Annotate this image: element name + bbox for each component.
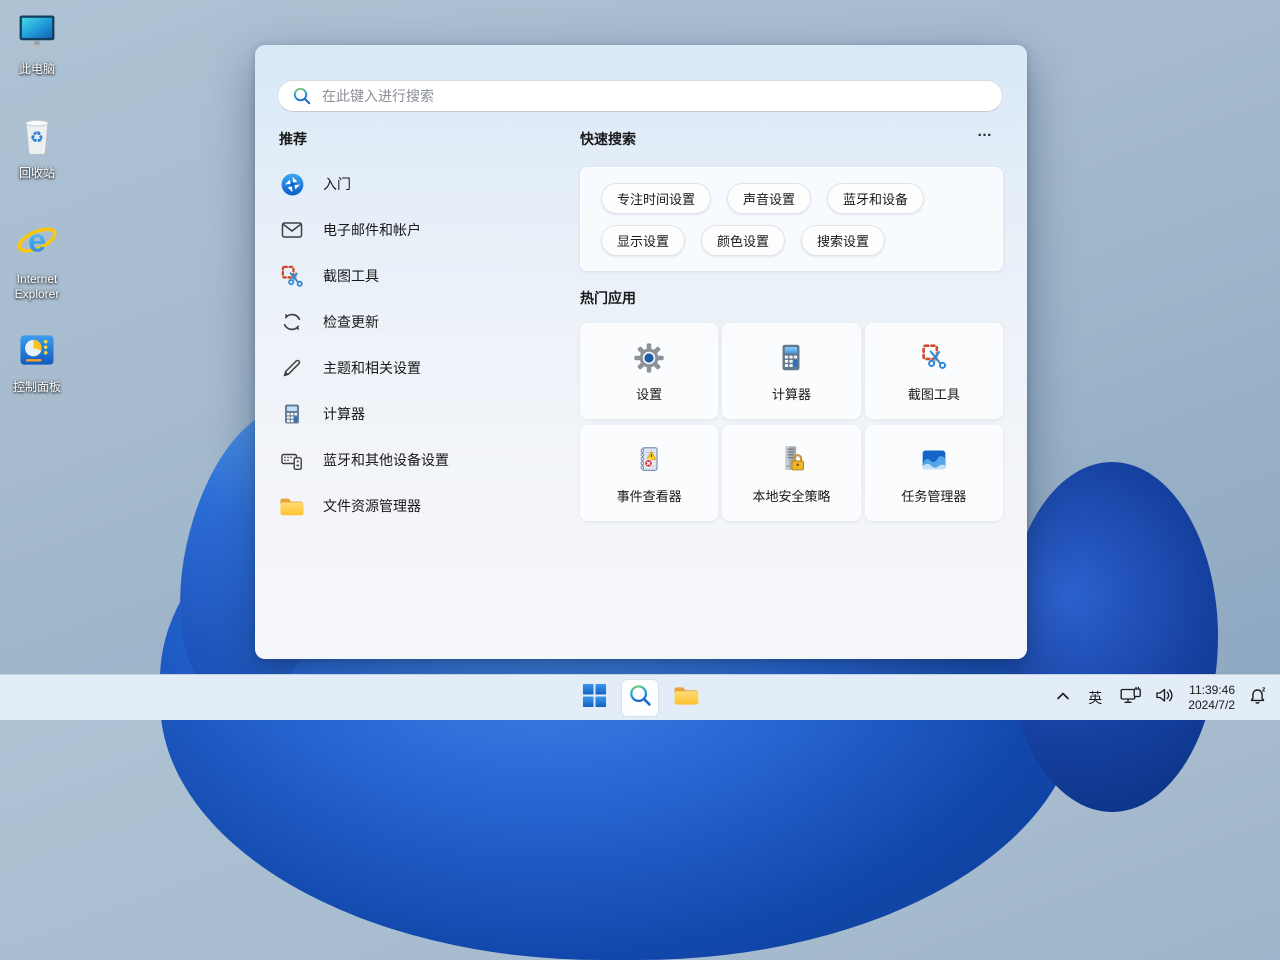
search-icon [628,683,653,713]
recycle-glyph: ♻ [30,129,44,146]
desktop-icon-label: 此电脑 [19,62,55,77]
search-flyout-panel: 推荐 入门 [255,45,1027,659]
refresh-icon [279,309,305,335]
recommended-item-getting-started[interactable]: 入门 [279,161,569,207]
quick-search-pill-display[interactable]: 显示设置 [601,225,685,256]
clock-time: 11:39:46 [1188,683,1235,698]
recommended-item-bluetooth-devices[interactable]: 蓝牙和其他设备设置 [279,437,569,483]
desktop: { "desktop": { "icons": [ {"label": "此电脑… [0,0,1280,720]
quick-search-pill-bluetooth[interactable]: 蓝牙和设备 [827,183,924,214]
clock-date: 2024/7/2 [1188,698,1235,713]
search-bar [277,80,1003,112]
recommended-item-label: 检查更新 [323,312,379,332]
quick-search-title: 快速搜索 [580,129,636,149]
desktop-icon-label: 回收站 [19,166,55,181]
tray-clock[interactable]: 11:39:46 2024/7/2 [1184,683,1239,713]
ime-indicator: 英 [1083,688,1107,708]
speaker-icon [1155,687,1175,709]
snipping-tool-icon [279,263,305,289]
quick-search-pill-sound[interactable]: 声音设置 [727,183,811,214]
app-tile-label: 任务管理器 [901,486,966,505]
recommended-item-label: 入门 [323,174,351,194]
folder-icon [279,493,305,519]
wallpaper-bloom-right [1006,462,1218,812]
app-tile-label: 设置 [636,384,662,403]
recommended-item-label: 文件资源管理器 [323,496,421,516]
app-tile-label: 计算器 [772,384,811,403]
bell-dnd-icon: z [1248,686,1268,711]
internet-explorer-icon: e [14,218,60,269]
gear-icon [631,340,667,376]
mail-icon [279,217,305,243]
recommended-item-label: 电子邮件和帐户 [323,220,421,240]
this-pc-icon [15,10,59,59]
network-icon [1120,686,1142,710]
app-tile-local-security-policy[interactable]: 本地安全策略 [722,425,860,521]
recommended-list: 入门 电子邮件和帐户 [279,161,569,529]
taskbar-tray: 英 [1052,675,1272,721]
recycle-bin-icon: ♻ [15,114,59,163]
desktop-icon-control-panel[interactable]: 控制面板 [5,328,69,395]
devices-icon [279,447,305,473]
folder-icon [673,684,700,712]
quick-search-card: 专注时间设置 声音设置 蓝牙和设备 显示设置 颜色设置 搜索设置 [580,167,1003,271]
app-tile-label: 事件查看器 [617,486,682,505]
desktop-icon-label: Internet Explorer [5,272,69,302]
tray-ime-button[interactable]: 英 [1079,681,1111,715]
desktop-icon-label: 控制面板 [13,380,61,395]
recommended-item-file-explorer[interactable]: 文件资源管理器 [279,483,569,529]
recommended-item-themes[interactable]: 主题和相关设置 [279,345,569,391]
tray-volume-button[interactable] [1151,681,1179,715]
tray-network-button[interactable] [1116,681,1146,715]
getting-started-icon [279,171,305,197]
recommended-item-calculator[interactable]: 计算器 [279,391,569,437]
recommended-item-email-accounts[interactable]: 电子邮件和帐户 [279,207,569,253]
tray-notifications-button[interactable]: z [1244,681,1272,715]
snipping-tool-icon [916,340,952,376]
security-policy-icon [773,442,809,478]
taskbar-search-button[interactable] [621,679,659,717]
recommended-item-label: 截图工具 [323,266,379,286]
task-manager-icon [916,442,952,478]
quick-search-pill-focus[interactable]: 专注时间设置 [601,183,711,214]
more-options-button[interactable]: … [971,119,999,144]
brush-icon [279,355,305,381]
quick-search-pill-color[interactable]: 颜色设置 [701,225,785,256]
recommended-item-label: 蓝牙和其他设备设置 [323,450,449,470]
control-panel-icon [15,328,59,377]
desktop-icon-recycle-bin[interactable]: ♻ 回收站 [5,114,69,181]
windows-logo-icon [582,683,607,713]
desktop-icon-internet-explorer[interactable]: e Internet Explorer [5,218,69,302]
taskbar-file-explorer-button[interactable] [667,679,705,717]
top-apps-title: 热门应用 [580,288,636,308]
app-tile-calculator[interactable]: 计算器 [722,323,860,419]
recommended-item-label: 计算器 [323,404,365,424]
recommended-item-check-updates[interactable]: 检查更新 [279,299,569,345]
taskbar: 英 [0,674,1280,720]
search-input[interactable] [277,80,1003,112]
tray-chevron-up-button[interactable] [1052,681,1074,715]
event-viewer-icon [631,442,667,478]
ie-glyph: e [28,223,46,259]
app-tile-label: 本地安全策略 [752,486,830,505]
taskbar-center [575,675,705,721]
top-apps-grid: 设置 计算器 [580,323,1003,521]
recommended-title: 推荐 [279,129,307,149]
app-tile-snipping-tool[interactable]: 截图工具 [865,323,1003,419]
app-tile-event-viewer[interactable]: 事件查看器 [580,425,718,521]
quick-search-pill-search[interactable]: 搜索设置 [801,225,885,256]
start-button[interactable] [575,679,613,717]
recommended-item-label: 主题和相关设置 [323,358,421,378]
calculator-icon [279,401,305,427]
app-tile-task-manager[interactable]: 任务管理器 [865,425,1003,521]
desktop-icon-this-pc[interactable]: 此电脑 [5,10,69,77]
app-tile-label: 截图工具 [908,384,960,403]
chevron-up-icon [1056,689,1070,707]
recommended-item-snipping-tool[interactable]: 截图工具 [279,253,569,299]
calculator-icon [773,340,809,376]
app-tile-settings[interactable]: 设置 [580,323,718,419]
bell-z-glyph: z [1262,686,1266,693]
